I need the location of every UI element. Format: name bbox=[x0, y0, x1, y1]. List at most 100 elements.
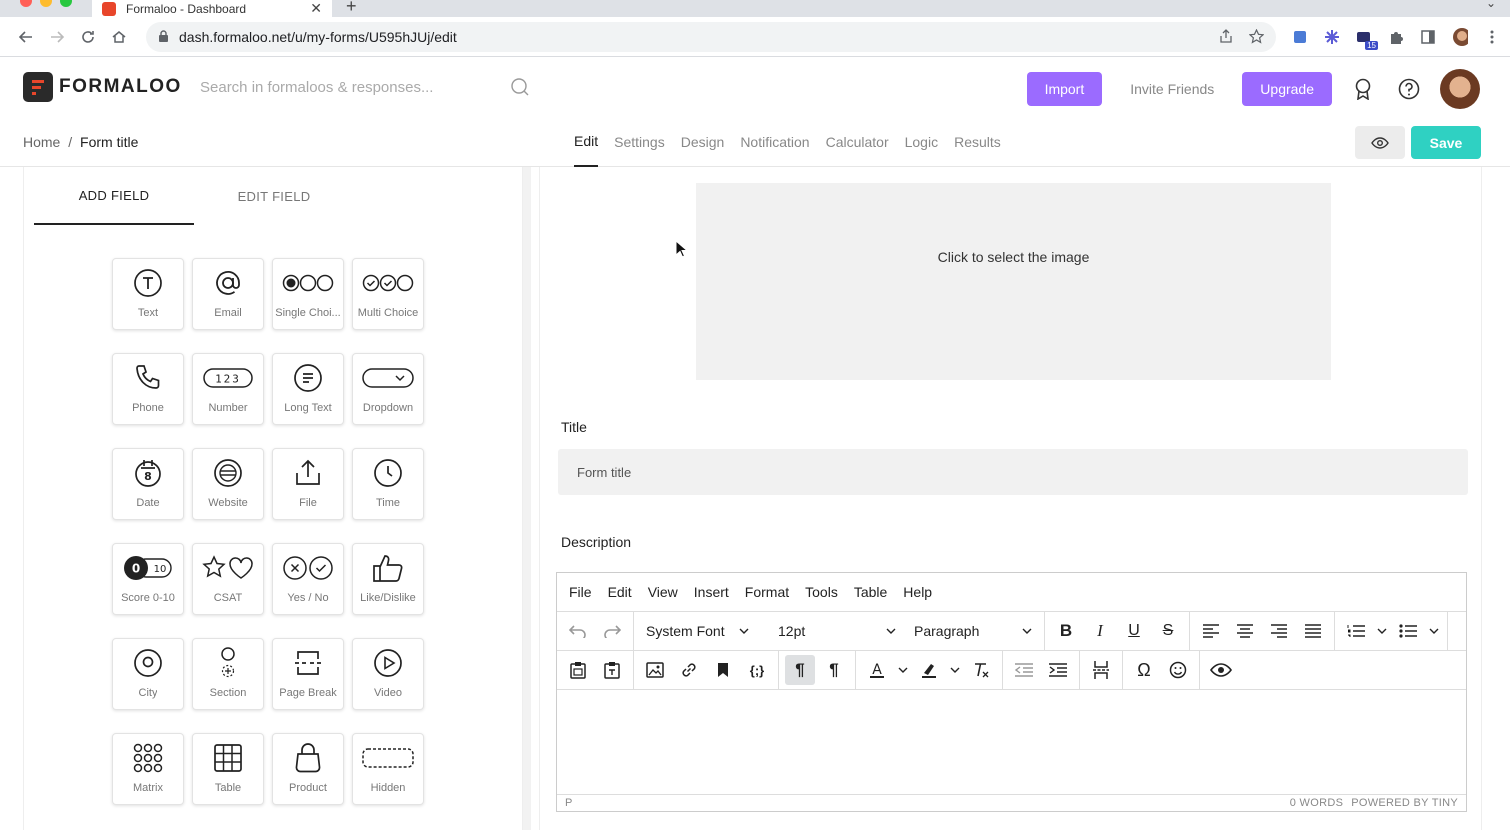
menu-view[interactable]: View bbox=[648, 584, 678, 600]
tab-edit[interactable]: Edit bbox=[574, 117, 599, 167]
preview-button[interactable] bbox=[1355, 126, 1405, 159]
profile-avatar[interactable] bbox=[1452, 27, 1468, 46]
formaloo-logo[interactable]: FORMALOO bbox=[23, 72, 182, 102]
field-tile-page-break[interactable]: Page Break bbox=[272, 638, 344, 710]
panel-resize-handle[interactable] bbox=[523, 167, 531, 830]
close-tab-icon[interactable]: ✕ bbox=[310, 0, 322, 17]
bullet-list-icon[interactable] bbox=[1393, 616, 1423, 646]
field-tile-section[interactable]: Section bbox=[192, 638, 264, 710]
field-tile-phone[interactable]: Phone bbox=[112, 353, 184, 425]
extension-1-icon[interactable] bbox=[1292, 29, 1308, 45]
forward-icon[interactable] bbox=[41, 21, 72, 53]
close-window-button[interactable] bbox=[20, 0, 32, 7]
field-tile-file[interactable]: File bbox=[272, 448, 344, 520]
emoji-icon[interactable] bbox=[1163, 655, 1193, 685]
back-icon[interactable] bbox=[10, 21, 41, 53]
field-tile-like-dislike[interactable]: Like/Dislike bbox=[352, 543, 424, 615]
reload-icon[interactable] bbox=[72, 21, 103, 53]
import-button[interactable]: Import bbox=[1026, 72, 1103, 106]
menu-insert[interactable]: Insert bbox=[694, 584, 729, 600]
align-center-icon[interactable] bbox=[1230, 616, 1260, 646]
invite-friends-button[interactable]: Invite Friends bbox=[1112, 72, 1232, 106]
field-tile-product[interactable]: Product bbox=[272, 733, 344, 805]
help-icon[interactable] bbox=[1394, 74, 1424, 104]
tab-notification[interactable]: Notification bbox=[740, 117, 809, 167]
element-path[interactable]: P bbox=[565, 797, 572, 809]
award-icon[interactable] bbox=[1348, 74, 1378, 104]
title-input[interactable]: Form title bbox=[558, 449, 1468, 495]
font-family-select[interactable]: System Font bbox=[640, 623, 768, 639]
chevron-down-icon[interactable] bbox=[1427, 616, 1441, 646]
breadcrumb-home[interactable]: Home bbox=[23, 134, 60, 150]
image-icon[interactable] bbox=[640, 655, 670, 685]
bookmark-icon[interactable] bbox=[708, 655, 738, 685]
special-character-icon[interactable]: Ω bbox=[1129, 655, 1159, 685]
undo-icon[interactable] bbox=[563, 616, 593, 646]
share-icon[interactable] bbox=[1219, 29, 1233, 44]
field-tile-video[interactable]: Video bbox=[352, 638, 424, 710]
field-tile-score[interactable]: 0 10 Score 0-10 bbox=[112, 543, 184, 615]
indent-icon[interactable] bbox=[1043, 655, 1073, 685]
chevron-down-icon[interactable] bbox=[896, 655, 910, 685]
numbered-list-icon[interactable] bbox=[1341, 616, 1371, 646]
field-tile-csat[interactable]: CSAT bbox=[192, 543, 264, 615]
paste-icon[interactable] bbox=[563, 655, 593, 685]
clear-format-icon[interactable] bbox=[966, 655, 996, 685]
align-right-icon[interactable] bbox=[1264, 616, 1294, 646]
field-tile-text[interactable]: Text bbox=[112, 258, 184, 330]
justify-icon[interactable] bbox=[1298, 616, 1328, 646]
tab-settings[interactable]: Settings bbox=[614, 117, 665, 167]
extensions-puzzle-icon[interactable] bbox=[1388, 29, 1404, 45]
italic-icon[interactable]: I bbox=[1085, 616, 1115, 646]
tab-add-field[interactable]: ADD FIELD bbox=[34, 167, 194, 225]
font-size-select[interactable]: 12pt bbox=[772, 623, 902, 639]
user-avatar[interactable] bbox=[1440, 69, 1480, 109]
bookmark-star-icon[interactable] bbox=[1249, 29, 1264, 44]
text-color-icon[interactable]: A bbox=[862, 655, 892, 685]
field-tile-email[interactable]: Email bbox=[192, 258, 264, 330]
field-tile-yes-no[interactable]: Yes / No bbox=[272, 543, 344, 615]
upgrade-button[interactable]: Upgrade bbox=[1242, 72, 1332, 106]
tab-edit-field[interactable]: EDIT FIELD bbox=[194, 167, 354, 225]
menu-file[interactable]: File bbox=[569, 584, 592, 600]
field-tile-table[interactable]: Table bbox=[192, 733, 264, 805]
field-tile-long-text[interactable]: Long Text bbox=[272, 353, 344, 425]
menu-help[interactable]: Help bbox=[903, 584, 932, 600]
outdent-icon[interactable] bbox=[1009, 655, 1039, 685]
template-variable-icon[interactable]: {;} bbox=[742, 655, 772, 685]
browser-menu-icon[interactable] bbox=[1484, 29, 1500, 45]
link-icon[interactable] bbox=[674, 655, 704, 685]
field-tile-number[interactable]: 123 Number bbox=[192, 353, 264, 425]
strikethrough-icon[interactable]: S bbox=[1153, 616, 1183, 646]
field-tile-multi-choice[interactable]: Multi Choice bbox=[352, 258, 424, 330]
powered-by-link[interactable]: POWERED BY TINY bbox=[1351, 797, 1458, 809]
align-left-icon[interactable] bbox=[1196, 616, 1226, 646]
tab-results[interactable]: Results bbox=[954, 117, 1001, 167]
chevron-down-icon[interactable] bbox=[948, 655, 962, 685]
new-tab-icon[interactable]: + bbox=[346, 0, 357, 17]
tab-logic[interactable]: Logic bbox=[905, 117, 938, 167]
browser-tab[interactable]: Formaloo - Dashboard ✕ bbox=[92, 0, 332, 17]
address-bar[interactable]: dash.formaloo.net/u/my-forms/U595hJUj/ed… bbox=[146, 21, 1276, 52]
image-upload-area[interactable]: Click to select the image bbox=[696, 183, 1331, 380]
menu-format[interactable]: Format bbox=[745, 584, 789, 600]
tab-search-chevron-icon[interactable]: ⌄ bbox=[1486, 0, 1496, 10]
minimize-window-button[interactable] bbox=[40, 0, 52, 7]
home-icon[interactable] bbox=[103, 21, 134, 53]
bold-icon[interactable]: B bbox=[1051, 616, 1081, 646]
chevron-down-icon[interactable] bbox=[1375, 616, 1389, 646]
tab-design[interactable]: Design bbox=[681, 117, 725, 167]
extension-3-icon[interactable]: 15 bbox=[1356, 29, 1378, 50]
save-button[interactable]: Save bbox=[1411, 126, 1481, 159]
rtl-icon[interactable]: ¶ bbox=[819, 655, 849, 685]
editor-page-break-icon[interactable] bbox=[1086, 655, 1116, 685]
extension-2-icon[interactable] bbox=[1324, 29, 1340, 45]
tab-calculator[interactable]: Calculator bbox=[826, 117, 889, 167]
menu-table[interactable]: Table bbox=[854, 584, 887, 600]
field-tile-date[interactable]: 8 Date bbox=[112, 448, 184, 520]
search-bar[interactable]: Search in formaloos & responses... bbox=[200, 77, 530, 97]
block-format-select[interactable]: Paragraph bbox=[908, 623, 1038, 639]
field-tile-website[interactable]: Website bbox=[192, 448, 264, 520]
menu-tools[interactable]: Tools bbox=[805, 584, 838, 600]
search-icon[interactable] bbox=[510, 77, 530, 97]
